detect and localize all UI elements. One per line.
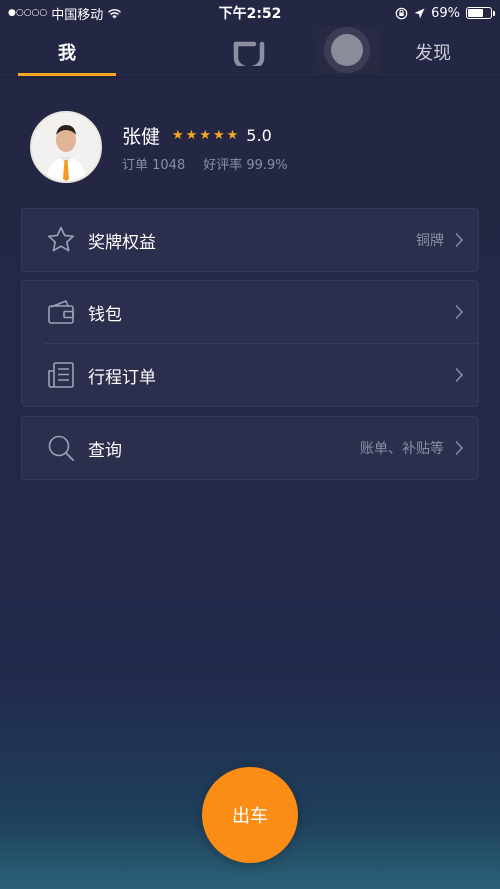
chevron-right-icon bbox=[455, 440, 464, 456]
driver-name: 张健 bbox=[122, 125, 161, 148]
wifi-icon bbox=[108, 8, 122, 18]
query-label: 查询 bbox=[88, 440, 122, 461]
trip-orders-row[interactable]: 行程订单 bbox=[22, 344, 478, 406]
star-icon: ★ bbox=[212, 127, 225, 143]
order-count: 订单 1048 bbox=[122, 157, 186, 173]
document-list-icon bbox=[44, 358, 78, 392]
positive-rate: 好评率 99.9% bbox=[203, 157, 288, 173]
wallet-trips-card: 钱包 行程订单 bbox=[21, 280, 479, 407]
status-left: ●○○○○ 中国移动 bbox=[8, 4, 178, 23]
wallet-icon bbox=[44, 295, 78, 329]
profile-section[interactable]: 张健 ★ ★ ★ ★ ★ 5.0 订单 1048 好评率 99.9% bbox=[30, 111, 288, 183]
search-icon bbox=[44, 431, 78, 465]
assist-ball-inner bbox=[331, 34, 363, 66]
chevron-right-icon bbox=[455, 367, 464, 383]
tab-me[interactable]: 我 bbox=[18, 26, 116, 78]
tab-active-indicator bbox=[18, 73, 116, 76]
profile-stats: 订单 1048 好评率 99.9% bbox=[122, 154, 288, 173]
battery-level bbox=[468, 9, 484, 17]
query-hint: 账单、补贴等 bbox=[360, 441, 444, 457]
profile-name-row: 张健 ★ ★ ★ ★ ★ 5.0 bbox=[122, 122, 288, 149]
star-icon: ★ bbox=[172, 127, 184, 143]
status-right: 69% bbox=[395, 5, 495, 21]
battery-icon bbox=[466, 7, 495, 19]
carrier-name: 中国移动 bbox=[51, 7, 104, 23]
go-online-button[interactable]: 出车 bbox=[202, 767, 298, 863]
location-arrow-icon bbox=[414, 8, 425, 18]
query-row[interactable]: 查询 账单、补贴等 bbox=[22, 417, 478, 479]
nav-divider bbox=[0, 77, 500, 78]
profile-info: 张健 ★ ★ ★ ★ ★ 5.0 订单 1048 好评率 99.9% bbox=[122, 122, 288, 173]
signal-strength-icon: ●○○○○ bbox=[8, 8, 48, 18]
rotation-lock-icon bbox=[395, 7, 408, 19]
star-rating: ★ ★ ★ ★ ★ bbox=[172, 129, 238, 142]
didi-logo-icon bbox=[233, 41, 265, 66]
avatar[interactable] bbox=[30, 111, 102, 183]
star-icon: ★ bbox=[226, 127, 239, 143]
query-card: 查询 账单、补贴等 bbox=[21, 416, 479, 480]
star-outline-icon bbox=[44, 223, 78, 257]
chevron-right-icon bbox=[455, 232, 464, 248]
assist-ball-outer bbox=[324, 27, 370, 73]
rating-score: 5.0 bbox=[246, 125, 272, 145]
wallet-label: 钱包 bbox=[88, 304, 122, 325]
star-icon: ★ bbox=[185, 127, 198, 143]
top-nav: 我 发现 bbox=[0, 26, 500, 78]
wallet-row[interactable]: 钱包 bbox=[22, 281, 478, 343]
avatar-portrait-icon bbox=[32, 113, 100, 181]
chevron-right-icon bbox=[455, 304, 464, 320]
medal-level: 铜牌 bbox=[416, 233, 444, 249]
trip-orders-label: 行程订单 bbox=[88, 367, 156, 388]
battery-percent: 69% bbox=[431, 5, 460, 21]
medal-benefits-label: 奖牌权益 bbox=[88, 232, 156, 253]
tab-discover[interactable]: 发现 bbox=[384, 26, 482, 78]
status-bar: ●○○○○ 中国移动 下午2:52 69% bbox=[0, 0, 500, 26]
star-icon: ★ bbox=[199, 127, 211, 143]
medal-benefits-row[interactable]: 奖牌权益 铜牌 bbox=[22, 209, 478, 271]
medal-card: 奖牌权益 铜牌 bbox=[21, 208, 479, 272]
floating-assist-button[interactable] bbox=[313, 26, 381, 74]
